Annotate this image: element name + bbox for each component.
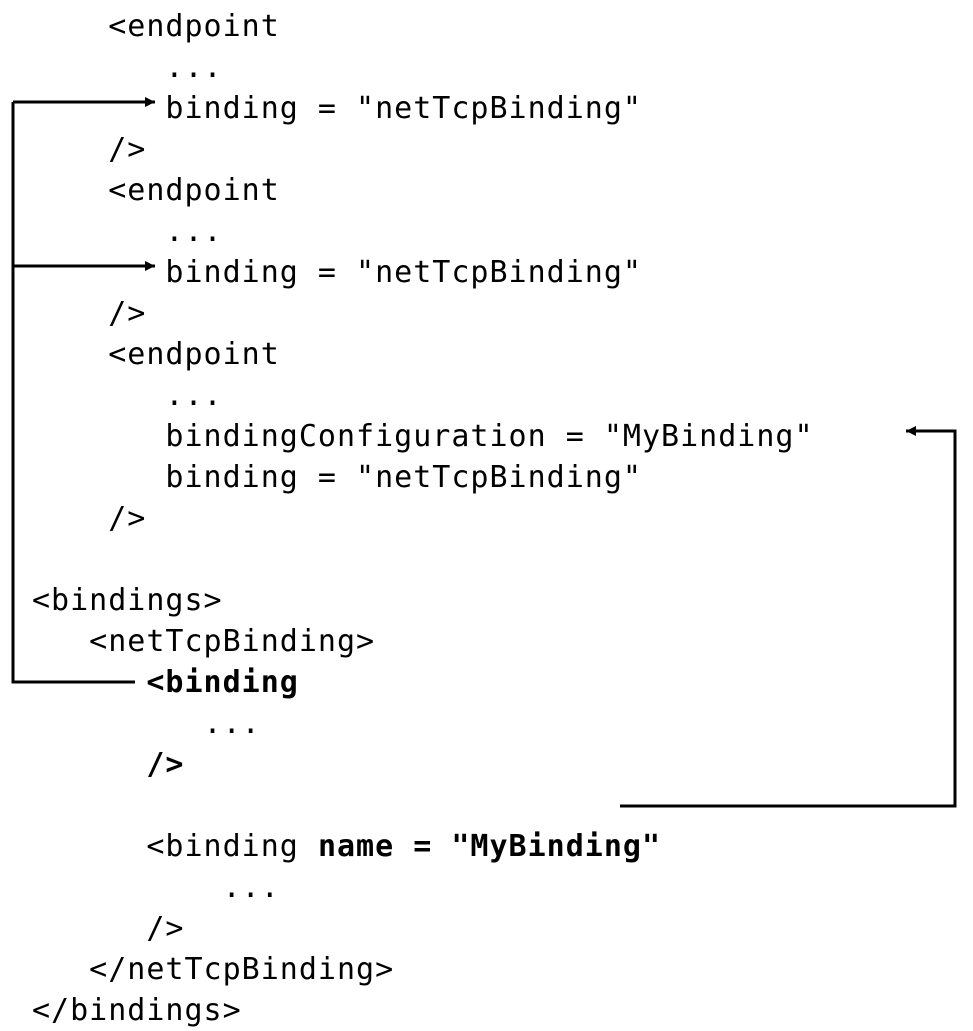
default-binding-close: /> <box>32 747 185 782</box>
default-binding-definition: <binding <box>32 665 299 700</box>
bindings-close: </bindings> <box>32 993 242 1028</box>
endpoint-1-binding-attribute: binding = "netTcpBinding" <box>32 91 642 126</box>
endpoint-1-open: <endpoint <box>32 9 280 44</box>
endpoint-2-close: /> <box>32 296 146 331</box>
bindings-open: <bindings> <box>32 583 223 618</box>
endpoint-3-bindingConfiguration-attribute: bindingConfiguration = "MyBinding" <box>32 419 814 454</box>
nettcp-close: </netTcpBinding> <box>32 952 394 987</box>
default-binding-ellipsis: ... <box>32 706 261 741</box>
nettcp-open: <netTcpBinding> <box>32 624 375 659</box>
named-binding-ellipsis: ... <box>32 870 280 905</box>
named-binding-definition: <binding name = "MyBinding" <box>32 829 661 864</box>
endpoint-2-open: <endpoint <box>32 173 280 208</box>
endpoint-1-ellipsis: ... <box>32 50 223 85</box>
endpoint-3-open: <endpoint <box>32 337 280 372</box>
xml-snippet: <endpoint ... binding = "netTcpBinding" … <box>32 6 814 1031</box>
endpoint-2-ellipsis: ... <box>32 214 223 249</box>
endpoint-3-ellipsis: ... <box>32 378 223 413</box>
endpoint-1-close: /> <box>32 132 146 167</box>
endpoint-3-close: /> <box>32 501 146 536</box>
diagram-canvas: <endpoint ... binding = "netTcpBinding" … <box>0 0 973 939</box>
named-binding-close: /> <box>32 911 185 946</box>
endpoint-3-binding-attribute: binding = "netTcpBinding" <box>32 460 642 495</box>
endpoint-2-binding-attribute: binding = "netTcpBinding" <box>32 255 642 290</box>
